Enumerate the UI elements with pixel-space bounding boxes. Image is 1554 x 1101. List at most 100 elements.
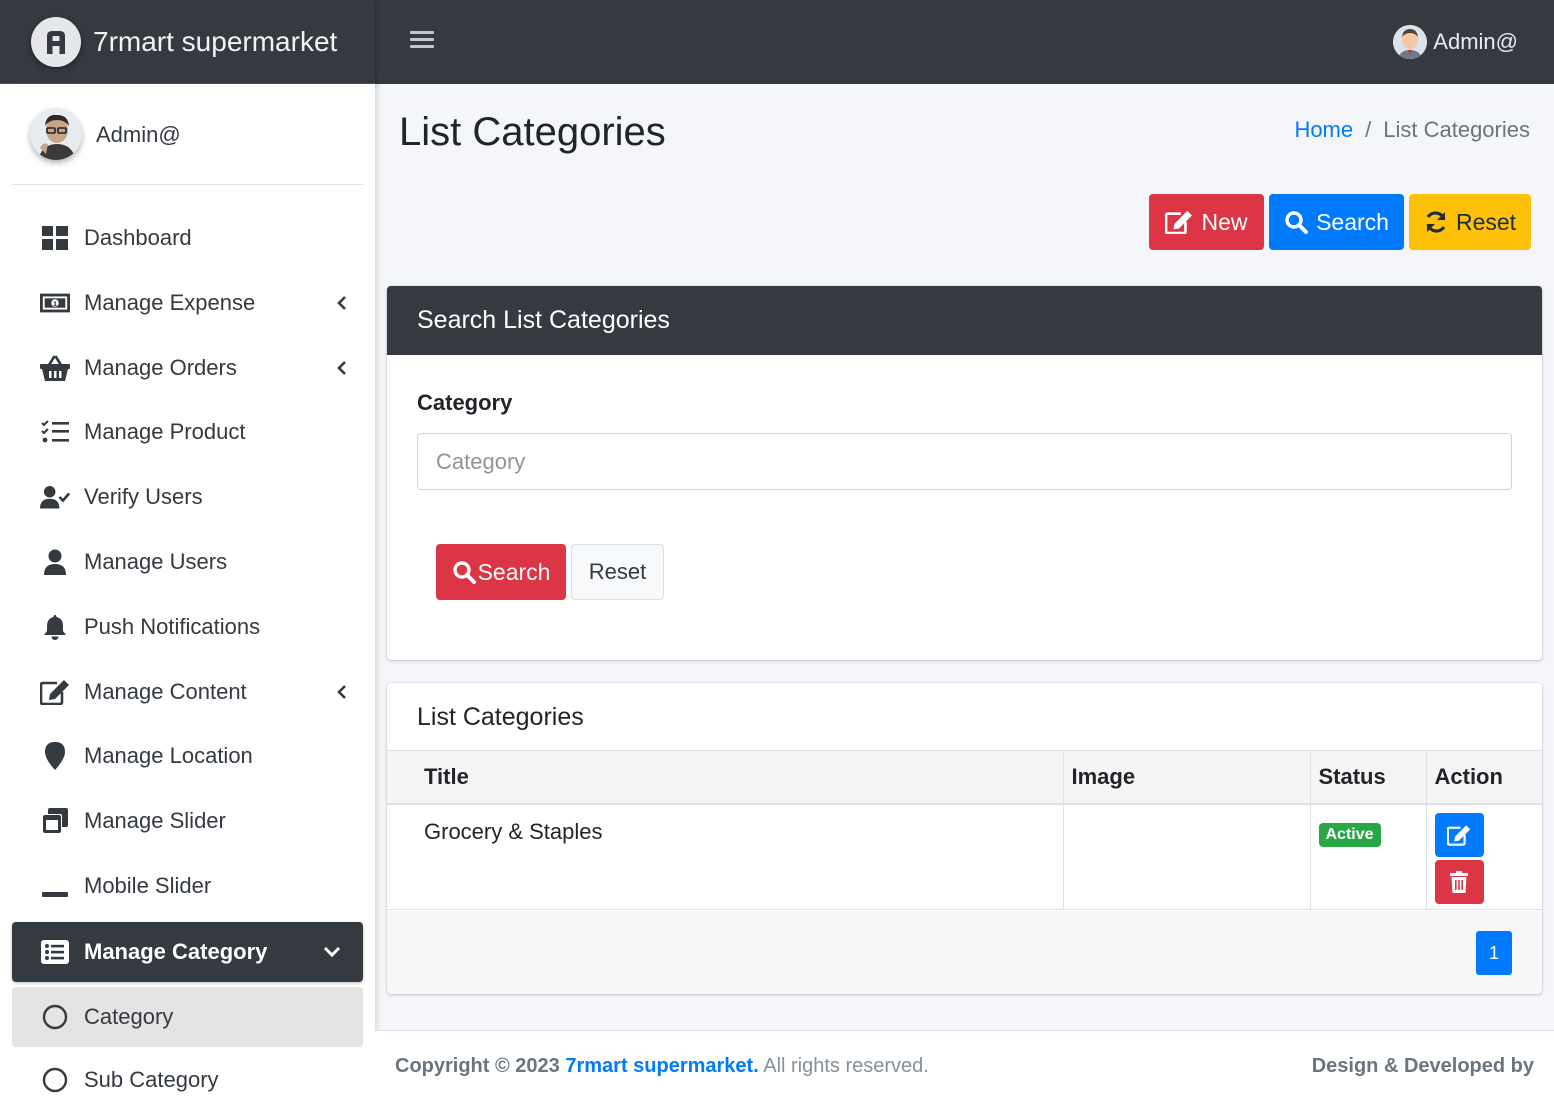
search-button-label: Search	[1316, 208, 1389, 235]
footer-copyright: Copyright © 2023 7rmart supermarket. All…	[395, 1055, 929, 1078]
breadcrumb-current: List Categories	[1383, 117, 1530, 142]
list-card: List Categories Title Image Status Actio…	[387, 683, 1542, 994]
search-card: Search List Categories Category Search R…	[387, 286, 1542, 660]
list-alt-icon	[40, 937, 70, 967]
form-reset-button[interactable]: Reset	[571, 544, 664, 600]
sidebar-item-label: Manage Product	[84, 419, 246, 444]
edit-icon	[1165, 210, 1193, 234]
user-icon	[40, 547, 70, 577]
sidebar-item-manage-orders[interactable]: Manage Orders	[12, 338, 363, 398]
category-input[interactable]	[417, 433, 1512, 490]
cell-status: Active	[1310, 803, 1427, 910]
circle-icon	[40, 1065, 70, 1095]
breadcrumb-separator: /	[1365, 117, 1372, 142]
sidebar-item-verify-users[interactable]: Verify Users	[12, 467, 363, 527]
edit-icon	[40, 677, 70, 707]
search-button[interactable]: Search	[1269, 194, 1404, 250]
sidebar-item-label: Sub Category	[84, 1067, 219, 1092]
form-search-button-label: Search	[477, 558, 551, 585]
form-search-button[interactable]: Search	[436, 544, 566, 600]
reset-button[interactable]: Reset	[1409, 194, 1531, 250]
column-header-image[interactable]: Image	[1063, 750, 1311, 805]
sidebar-item-mobile-slider[interactable]: Mobile Slider	[12, 856, 363, 916]
search-card-header: Search List Categories	[387, 286, 1542, 355]
page-title: List Categories	[399, 110, 666, 154]
brand-logo-icon	[31, 17, 81, 67]
new-button-label: New	[1201, 208, 1248, 235]
cell-action	[1426, 803, 1542, 910]
sidebar-item-push-notifications[interactable]: Push Notifications	[12, 597, 363, 657]
sidebar-user-panel[interactable]: Admin@	[12, 84, 363, 185]
sidebar-item-label: Mobile Slider	[84, 873, 212, 898]
sidebar-item-label: Manage Users	[84, 549, 228, 574]
user-name: Admin@	[1433, 29, 1518, 54]
list-check-icon	[40, 417, 70, 447]
new-button[interactable]: New	[1149, 194, 1264, 250]
user-check-icon	[40, 482, 70, 512]
column-header-status[interactable]: Status	[1310, 750, 1427, 805]
sidebar-item-manage-content[interactable]: Manage Content	[12, 662, 363, 722]
sidebar-item-label: Push Notifications	[84, 614, 261, 639]
sidebar-item-label: Dashboard	[84, 225, 192, 250]
status-badge: Active	[1318, 822, 1381, 847]
sidebar-item-label: Manage Content	[84, 679, 247, 704]
sidebar-user-name: Admin@	[96, 122, 181, 147]
trash-icon	[1450, 870, 1468, 893]
category-field-label: Category	[417, 390, 513, 415]
edit-icon	[1447, 824, 1471, 846]
sidebar-item-manage-users[interactable]: Manage Users	[12, 532, 363, 592]
column-header-action[interactable]: Action	[1426, 750, 1542, 805]
page-footer: Copyright © 2023 7rmart supermarket. All…	[375, 1030, 1554, 1101]
sidebar-item-label: Manage Expense	[84, 290, 256, 315]
list-card-footer: 1	[387, 911, 1542, 994]
sidebar-item-label: Verify Users	[84, 484, 203, 509]
sidebar-item-manage-expense[interactable]: 1 Manage Expense	[12, 273, 363, 333]
sync-icon	[1426, 211, 1446, 233]
hamburger-icon[interactable]	[410, 28, 434, 54]
sidebar-item-category[interactable]: Category	[12, 987, 363, 1047]
breadcrumb-home-link[interactable]: Home	[1294, 117, 1353, 143]
search-icon	[1285, 211, 1309, 234]
search-icon	[452, 561, 476, 584]
sidebar-item-dashboard[interactable]: Dashboard	[12, 208, 363, 268]
user-avatar-icon	[1393, 25, 1428, 59]
footer-rights: All rights reserved.	[763, 1055, 929, 1077]
sidebar-item-label: Manage Slider	[84, 808, 226, 833]
dashboard-icon	[40, 223, 70, 253]
reset-button-label: Reset	[1455, 208, 1517, 235]
brand-link[interactable]: 7rmart supermarket	[0, 0, 375, 84]
money-icon: 1	[40, 288, 70, 318]
sidebar-item-label: Manage Location	[84, 743, 253, 768]
sidebar-item-sub-category[interactable]: Sub Category	[12, 1050, 363, 1101]
table-row: Grocery & Staples Active	[387, 803, 1542, 910]
categories-table: Title Image Status Action Grocery & Stap…	[387, 750, 1542, 910]
form-reset-button-label: Reset	[588, 559, 647, 584]
footer-credits: Design & Developed by	[1311, 1055, 1534, 1077]
column-header-title[interactable]: Title	[387, 750, 1064, 805]
table-header-row: Title Image Status Action	[387, 750, 1542, 805]
sidebar-item-manage-slider[interactable]: Manage Slider	[12, 791, 363, 851]
sidebar-item-manage-product[interactable]: Manage Product	[12, 402, 363, 462]
sidebar: Admin@ Dashboard 1 Manage Expense Manage…	[0, 84, 375, 1101]
basket-icon	[40, 353, 70, 383]
sidebar-item-manage-category[interactable]: Manage Category	[12, 922, 363, 982]
chevron-left-icon	[337, 685, 346, 699]
chevron-left-icon	[337, 296, 346, 310]
sidebar-item-label: Manage Category	[84, 939, 268, 964]
user-menu[interactable]: Admin@	[1393, 24, 1518, 60]
bell-icon	[40, 612, 70, 642]
sidebar-avatar-icon	[30, 108, 82, 160]
sidebar-item-label: Manage Orders	[84, 355, 237, 380]
chevron-down-icon	[323, 946, 341, 958]
delete-row-button[interactable]	[1434, 859, 1484, 904]
chevron-left-icon	[337, 361, 346, 375]
circle-icon	[40, 1002, 70, 1032]
map-pin-icon	[40, 741, 70, 771]
footer-copyright-prefix: Copyright © 2023	[395, 1055, 560, 1077]
edit-row-button[interactable]	[1434, 812, 1484, 857]
footer-brand-link[interactable]: 7rmart supermarket.	[565, 1055, 758, 1077]
pagination-page-1[interactable]: 1	[1476, 931, 1512, 975]
cell-image	[1063, 803, 1311, 910]
cell-title: Grocery & Staples	[387, 803, 1064, 910]
sidebar-item-manage-location[interactable]: Manage Location	[12, 726, 363, 786]
